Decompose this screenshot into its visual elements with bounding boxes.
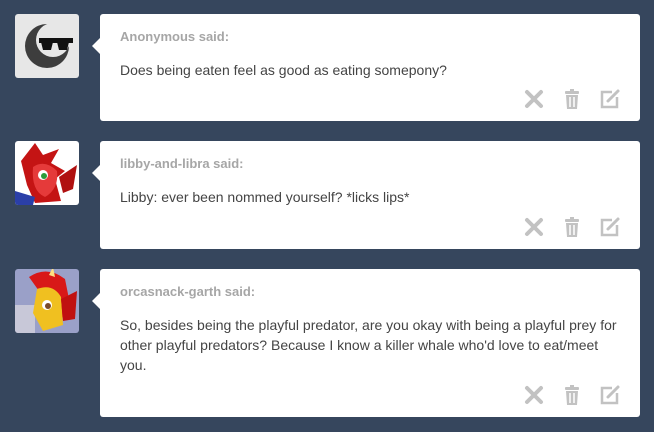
post-actions bbox=[522, 87, 622, 111]
close-icon[interactable] bbox=[522, 87, 546, 111]
asker-name[interactable]: libby-and-libra said: bbox=[120, 156, 244, 171]
trash-icon[interactable] bbox=[560, 87, 584, 111]
yellow-pony-avatar bbox=[15, 269, 77, 333]
ask-card: libby-and-libra said: Libby: ever been n… bbox=[92, 141, 640, 249]
post-actions bbox=[522, 215, 622, 239]
question-text: Libby: ever been nommed yourself? *licks… bbox=[120, 189, 410, 205]
sunglasses-moon-icon bbox=[25, 23, 73, 68]
red-pony-avatar bbox=[15, 143, 77, 205]
close-icon[interactable] bbox=[522, 383, 546, 407]
trash-icon[interactable] bbox=[560, 383, 584, 407]
avatar-libby-and-libra[interactable] bbox=[15, 141, 79, 205]
asker-name[interactable]: Anonymous said: bbox=[120, 29, 229, 44]
question-text: Does being eaten feel as good as eating … bbox=[120, 62, 447, 78]
edit-icon[interactable] bbox=[598, 87, 622, 111]
edit-icon[interactable] bbox=[598, 215, 622, 239]
avatar-orcasnack-garth[interactable] bbox=[15, 269, 79, 333]
close-icon[interactable] bbox=[522, 215, 546, 239]
edit-icon[interactable] bbox=[598, 383, 622, 407]
asker-name[interactable]: orcasnack-garth said: bbox=[120, 284, 255, 299]
avatar-anonymous[interactable] bbox=[15, 14, 79, 78]
ask-card: Anonymous said: Does being eaten feel as… bbox=[92, 14, 640, 121]
question-text: So, besides being the playful predator, … bbox=[120, 317, 617, 373]
trash-icon[interactable] bbox=[560, 215, 584, 239]
ask-card: orcasnack-garth said: So, besides being … bbox=[92, 269, 640, 417]
post-actions bbox=[522, 383, 622, 407]
